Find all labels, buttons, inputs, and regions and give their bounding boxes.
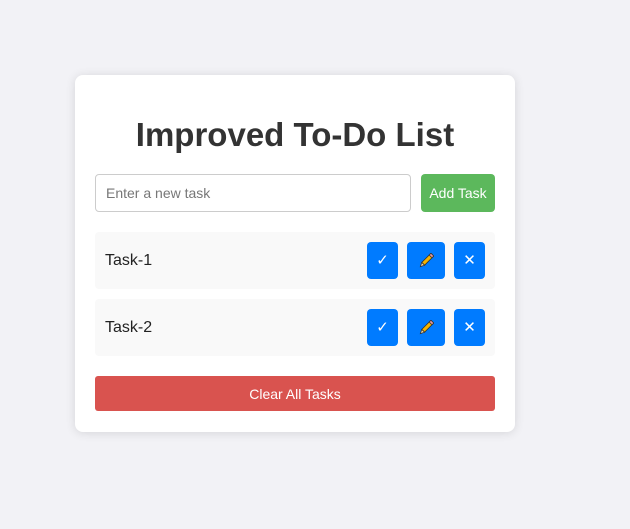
task-actions: ✓ ✕ xyxy=(367,242,485,279)
task-item: Task-2 ✓ ✕ xyxy=(95,299,495,356)
pencil-icon xyxy=(418,252,434,269)
close-icon: ✕ xyxy=(463,251,476,269)
complete-task-button[interactable]: ✓ xyxy=(367,309,398,346)
checkmark-icon: ✓ xyxy=(376,318,389,336)
checkmark-icon: ✓ xyxy=(376,251,389,269)
complete-task-button[interactable]: ✓ xyxy=(367,242,398,279)
edit-task-button[interactable] xyxy=(407,309,445,346)
delete-task-button[interactable]: ✕ xyxy=(454,309,485,346)
task-list: Task-1 ✓ ✕ Task-2 ✓ ✕ xyxy=(95,232,495,366)
task-label: Task-2 xyxy=(105,319,153,336)
new-task-input[interactable] xyxy=(95,174,411,212)
pencil-icon xyxy=(418,319,434,336)
edit-task-button[interactable] xyxy=(407,242,445,279)
todo-card: Improved To-Do List Add Task Task-1 ✓ xyxy=(75,75,515,432)
page-title: Improved To-Do List xyxy=(135,116,455,153)
task-item: Task-1 ✓ ✕ xyxy=(95,232,495,289)
task-actions: ✓ ✕ xyxy=(367,309,485,346)
close-icon: ✕ xyxy=(463,318,476,336)
delete-task-button[interactable]: ✕ xyxy=(454,242,485,279)
task-label: Task-1 xyxy=(105,252,153,269)
clear-all-tasks-button[interactable]: Clear All Tasks xyxy=(95,376,495,411)
add-task-button[interactable]: Add Task xyxy=(421,174,495,212)
